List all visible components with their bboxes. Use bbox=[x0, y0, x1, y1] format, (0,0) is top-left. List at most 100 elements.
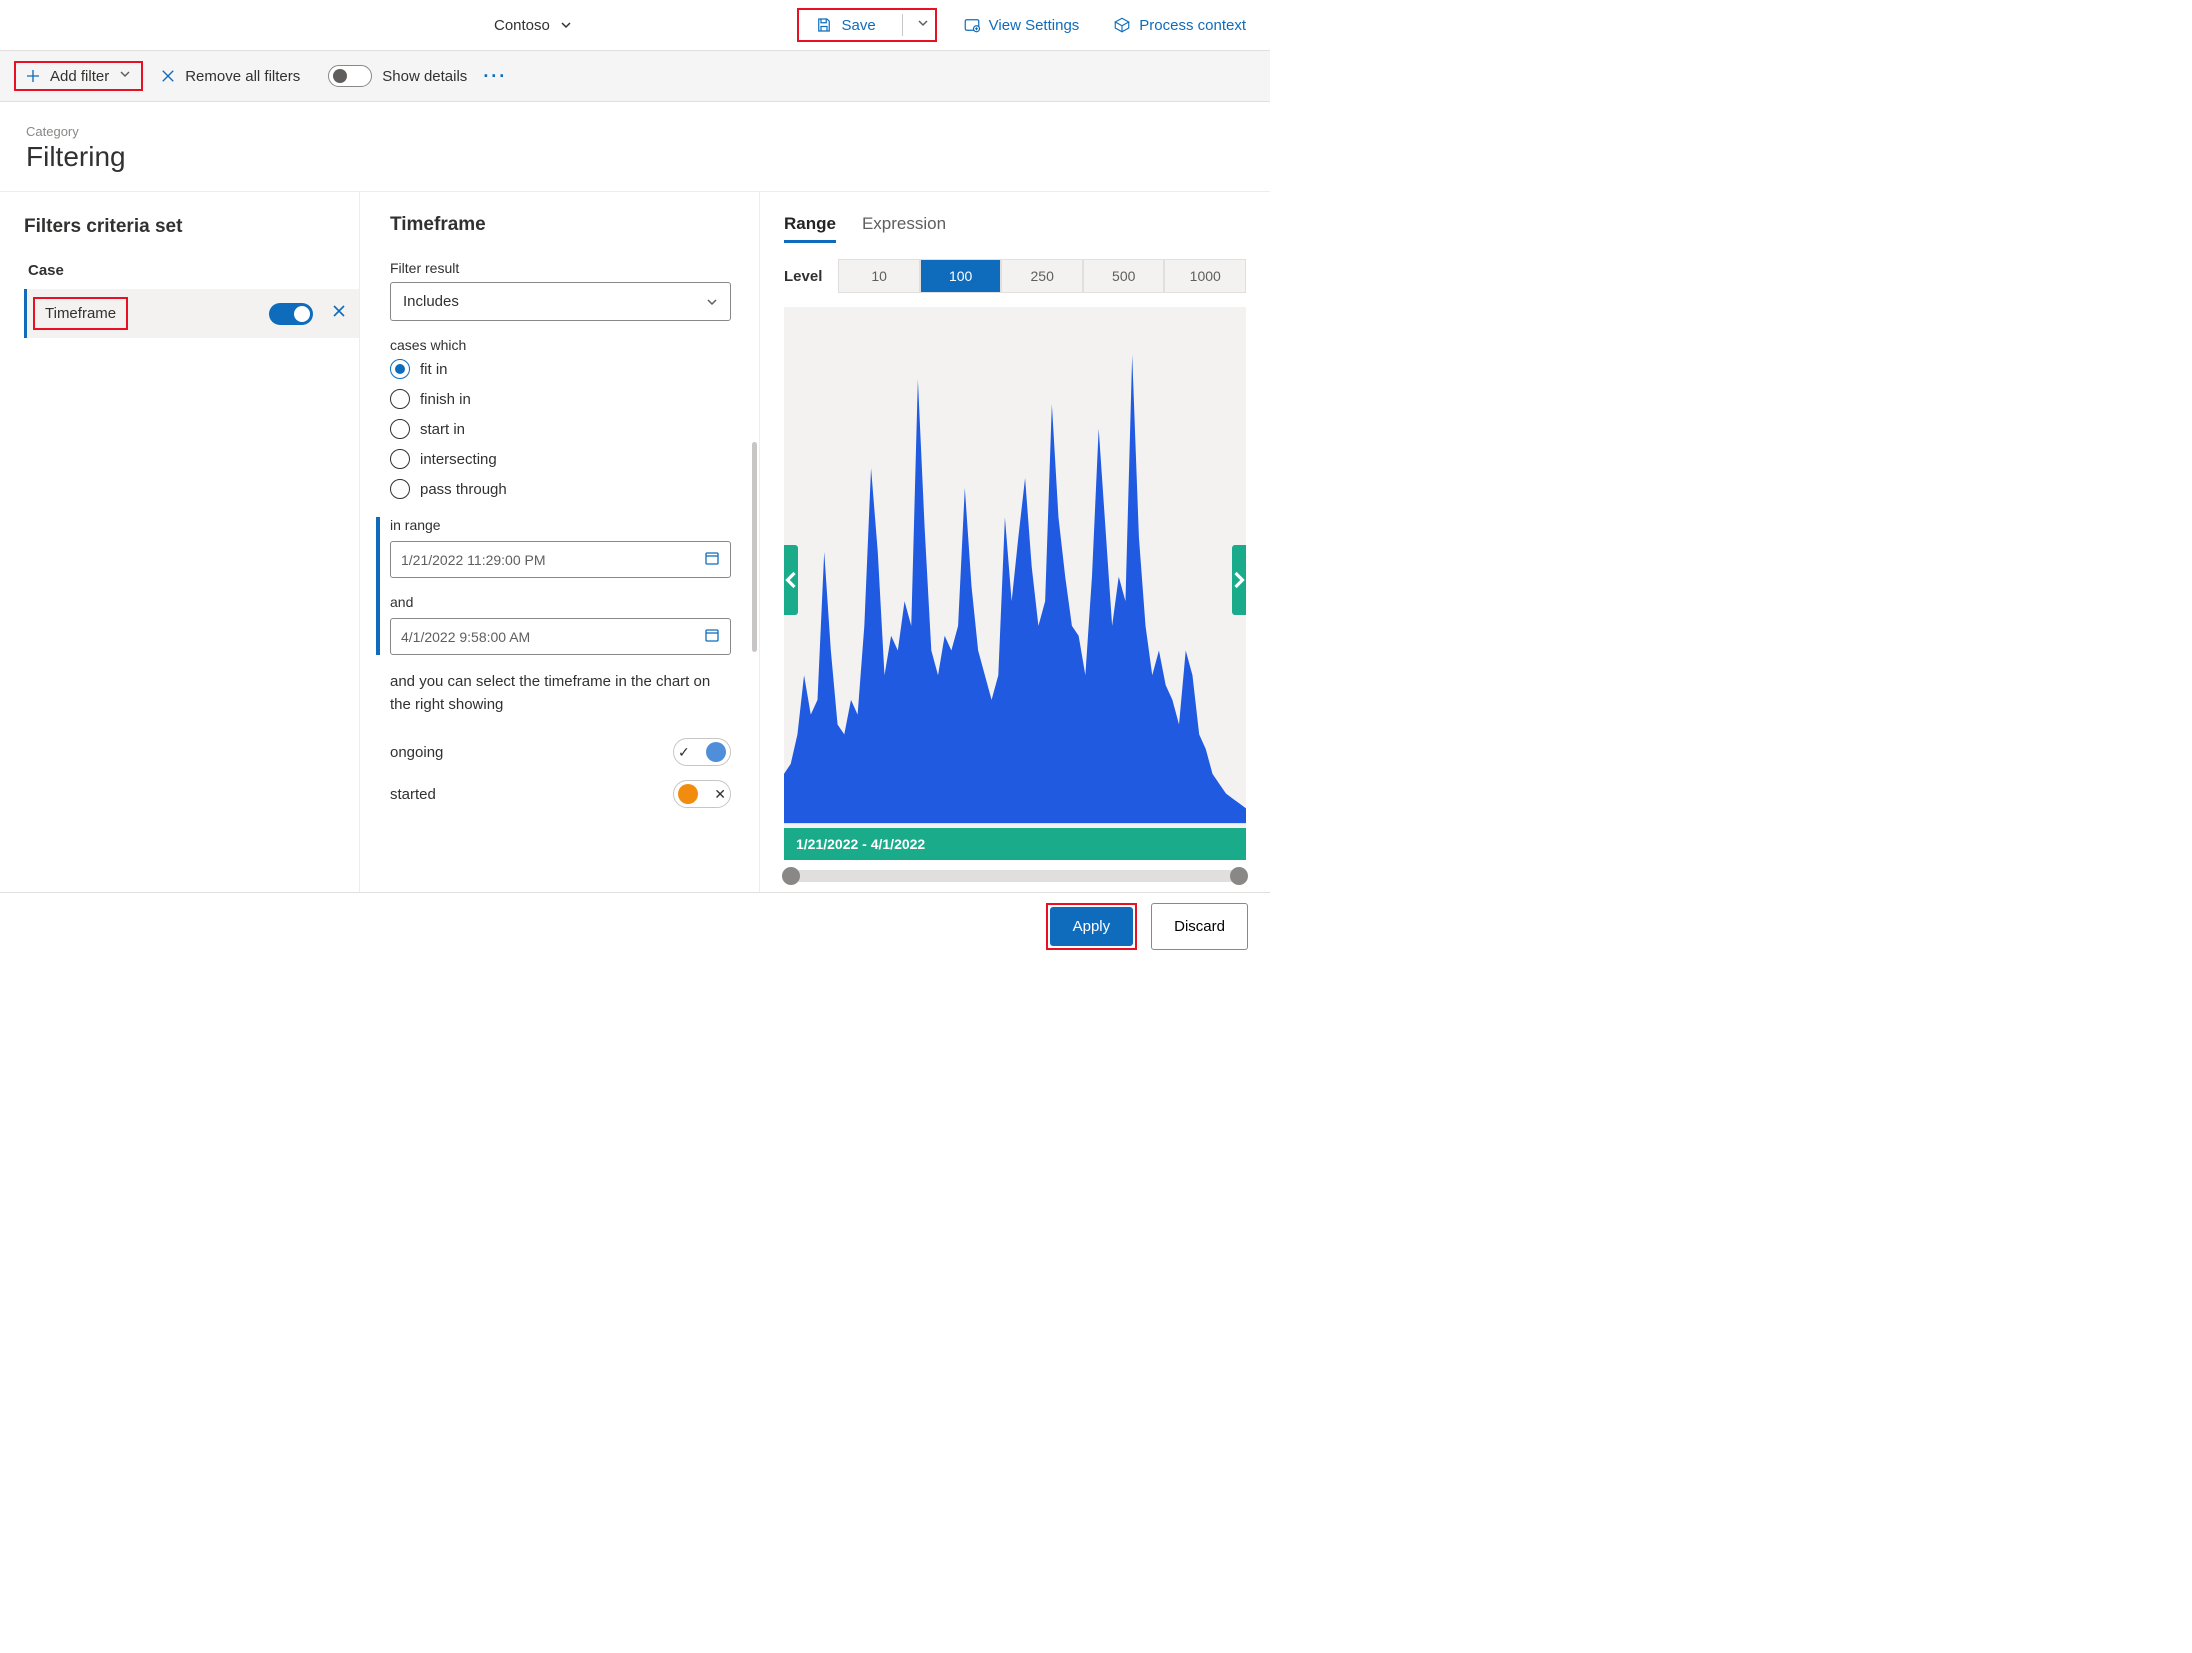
chart-help-text: and you can select the timeframe in the … bbox=[390, 671, 731, 716]
filter-row-timeframe[interactable]: Timeframe bbox=[24, 289, 359, 338]
remove-all-filters-button[interactable]: Remove all filters bbox=[159, 67, 300, 85]
radio-intersecting[interactable]: intersecting bbox=[390, 449, 731, 469]
cases-which-label: cases which bbox=[390, 337, 731, 353]
level-row: Level 10 100 250 500 1000 bbox=[784, 259, 1246, 293]
chart-panel: Range Expression Level 10 100 250 500 10… bbox=[760, 192, 1270, 892]
top-actions: Save View Settings Process context bbox=[797, 8, 1254, 42]
radio-fit-in-label: fit in bbox=[420, 361, 448, 378]
close-icon bbox=[159, 67, 177, 85]
radio-pass-through-label: pass through bbox=[420, 481, 507, 498]
start-date-input[interactable]: 1/21/2022 11:29:00 PM bbox=[390, 541, 731, 578]
close-icon bbox=[331, 303, 347, 319]
timeframe-title: Timeframe bbox=[390, 214, 731, 236]
and-label: and bbox=[390, 594, 731, 610]
calendar-icon[interactable] bbox=[704, 627, 720, 646]
add-filter-label: Add filter bbox=[50, 68, 109, 85]
level-100[interactable]: 100 bbox=[920, 259, 1002, 293]
apply-button[interactable]: Apply bbox=[1050, 907, 1134, 946]
range-slider[interactable] bbox=[784, 870, 1246, 882]
save-chevron[interactable] bbox=[917, 16, 929, 34]
level-label: Level bbox=[784, 268, 822, 285]
plus-icon bbox=[24, 67, 42, 85]
show-details-label: Show details bbox=[382, 68, 467, 85]
add-filter-button[interactable]: Add filter bbox=[24, 67, 109, 85]
start-date-value: 1/21/2022 11:29:00 PM bbox=[401, 552, 546, 568]
timeframe-config-panel: Timeframe Filter result Includes cases w… bbox=[360, 192, 760, 892]
filter-result-value: Includes bbox=[403, 293, 459, 310]
filter-name-highlight: Timeframe bbox=[33, 297, 128, 330]
filter-toolbar: Add filter Remove all filters Show detai… bbox=[0, 51, 1270, 102]
radio-start-in-label: start in bbox=[420, 421, 465, 438]
radio-intersecting-label: intersecting bbox=[420, 451, 497, 468]
radio-pass-through[interactable]: pass through bbox=[390, 479, 731, 499]
tab-range[interactable]: Range bbox=[784, 214, 836, 243]
in-range-label: in range bbox=[390, 517, 731, 533]
filter-result-label: Filter result bbox=[390, 260, 731, 276]
range-handle-right[interactable] bbox=[1232, 545, 1246, 615]
level-250[interactable]: 250 bbox=[1001, 259, 1083, 293]
area-chart-svg bbox=[784, 307, 1246, 860]
range-chart[interactable]: 1/21/2022 - 4/1/2022 bbox=[784, 307, 1246, 860]
calendar-icon[interactable] bbox=[704, 550, 720, 569]
range-handle-left[interactable] bbox=[784, 545, 798, 615]
chevron-down-icon bbox=[560, 19, 572, 31]
radio-fit-in[interactable]: fit in bbox=[390, 359, 731, 379]
org-dropdown[interactable]: Contoso bbox=[486, 11, 580, 40]
apply-highlight: Apply bbox=[1046, 903, 1138, 950]
level-1000[interactable]: 1000 bbox=[1164, 259, 1246, 293]
process-context-button[interactable]: Process context bbox=[1105, 12, 1254, 38]
add-filter-chevron[interactable] bbox=[119, 67, 131, 85]
end-date-value: 4/1/2022 9:58:00 AM bbox=[401, 629, 530, 645]
filter-enabled-toggle[interactable] bbox=[269, 303, 313, 325]
level-10[interactable]: 10 bbox=[838, 259, 920, 293]
top-bar: Contoso Save View Settings Process conte… bbox=[0, 0, 1270, 51]
level-buttons: 10 100 250 500 1000 bbox=[838, 259, 1246, 293]
legend-ongoing-toggle[interactable]: ✓ bbox=[673, 738, 731, 766]
cube-icon bbox=[1113, 16, 1131, 34]
legend-ongoing-label: ongoing bbox=[390, 744, 443, 761]
filters-section-case: Case bbox=[24, 262, 359, 279]
filter-result-select[interactable]: Includes bbox=[390, 282, 731, 321]
scrollbar-thumb[interactable] bbox=[752, 442, 757, 652]
category-header: Category Filtering bbox=[0, 102, 1270, 192]
view-settings-button[interactable]: View Settings bbox=[955, 12, 1088, 38]
view-settings-label: View Settings bbox=[989, 17, 1080, 34]
process-context-label: Process context bbox=[1139, 17, 1246, 34]
chevron-down-icon bbox=[706, 296, 718, 308]
chevron-down-icon bbox=[119, 68, 131, 80]
slider-thumb-right[interactable] bbox=[1230, 867, 1248, 885]
main-area: Filters criteria set Case Timeframe Time… bbox=[0, 192, 1270, 892]
chart-tabs: Range Expression bbox=[784, 214, 1246, 243]
filters-criteria-panel: Filters criteria set Case Timeframe bbox=[0, 192, 360, 892]
org-name: Contoso bbox=[494, 17, 550, 34]
legend-started-toggle[interactable]: ✕ bbox=[673, 780, 731, 808]
level-500[interactable]: 500 bbox=[1083, 259, 1165, 293]
save-label: Save bbox=[841, 17, 875, 34]
filter-remove-button[interactable] bbox=[331, 303, 347, 324]
radio-finish-in-label: finish in bbox=[420, 391, 471, 408]
save-button-highlight: Save bbox=[797, 8, 936, 42]
end-date-input[interactable]: 4/1/2022 9:58:00 AM bbox=[390, 618, 731, 655]
date-range-caption: 1/21/2022 - 4/1/2022 bbox=[784, 828, 1246, 860]
radio-start-in[interactable]: start in bbox=[390, 419, 731, 439]
save-button[interactable]: Save bbox=[807, 12, 883, 38]
chevron-down-icon bbox=[917, 17, 929, 29]
category-title: Filtering bbox=[26, 141, 1244, 173]
show-details-toggle[interactable] bbox=[328, 65, 372, 87]
remove-all-label: Remove all filters bbox=[185, 68, 300, 85]
cases-which-radiogroup: fit in finish in start in intersecting p… bbox=[390, 359, 731, 499]
tab-expression[interactable]: Expression bbox=[862, 214, 946, 243]
bottom-bar: Apply Discard bbox=[0, 892, 1270, 960]
save-icon bbox=[815, 16, 833, 34]
filter-name-label: Timeframe bbox=[45, 305, 116, 322]
slider-thumb-left[interactable] bbox=[782, 867, 800, 885]
more-menu-button[interactable]: ··· bbox=[483, 66, 507, 87]
legend-ongoing-row: ongoing ✓ bbox=[390, 738, 731, 766]
radio-finish-in[interactable]: finish in bbox=[390, 389, 731, 409]
legend-started-row: started ✕ bbox=[390, 780, 731, 808]
range-block: in range 1/21/2022 11:29:00 PM and 4/1/2… bbox=[376, 517, 731, 655]
view-settings-icon bbox=[963, 16, 981, 34]
discard-button[interactable]: Discard bbox=[1151, 903, 1248, 950]
filters-criteria-title: Filters criteria set bbox=[24, 216, 359, 238]
category-label: Category bbox=[26, 124, 1244, 139]
